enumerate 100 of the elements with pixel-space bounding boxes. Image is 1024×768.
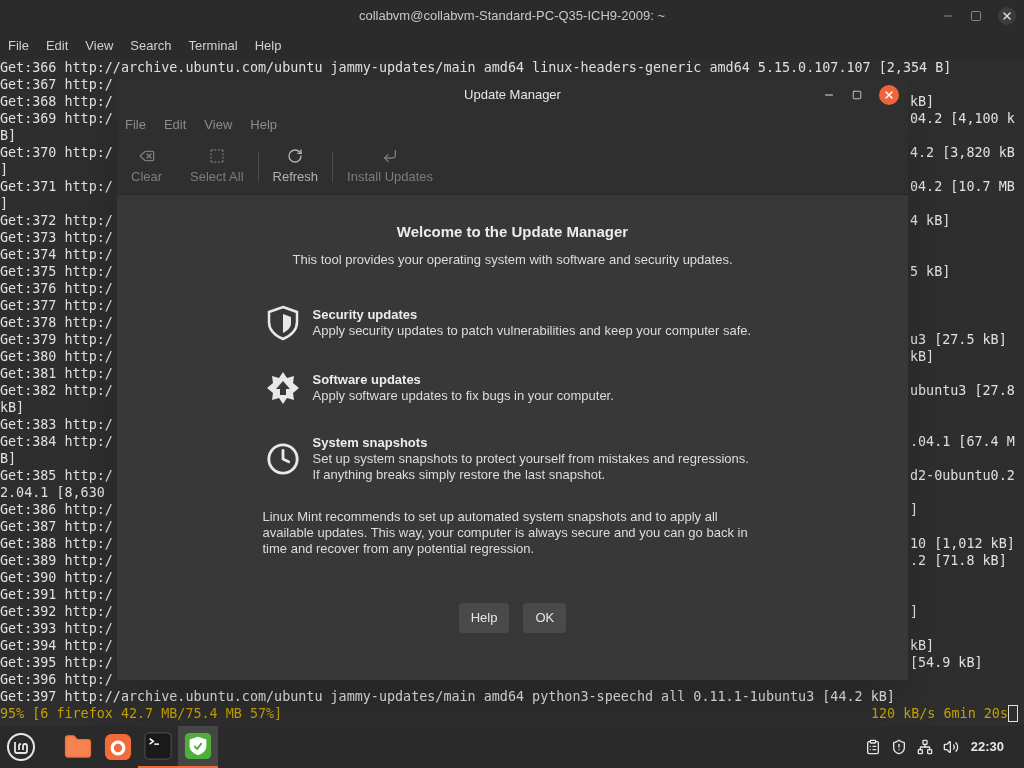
terminal-line: Get:390 http:/ (0, 570, 113, 585)
terminal-line: Get:391 http:/ (0, 587, 113, 602)
dashed-square-icon (208, 147, 225, 164)
terminal-line: ubuntu3 [27.8 (910, 382, 1015, 399)
terminal-line: Get:382 http:/ (0, 383, 113, 398)
terminal-line: Get:367 http:/ (0, 77, 113, 92)
close-button[interactable] (879, 85, 899, 105)
terminal-line: 2.04.1 [8,630 (0, 485, 105, 500)
menu-item[interactable]: Edit (163, 115, 187, 135)
clock[interactable]: 22:30 (970, 737, 1004, 757)
welcome-subtitle: This tool provides your operating system with software and security updates. (292, 250, 733, 269)
menu-item[interactable]: Terminal (188, 35, 238, 56)
menu-item[interactable]: Help (254, 35, 282, 56)
terminal-icon (144, 732, 172, 760)
feature-title: Software updates (312, 372, 422, 388)
terminal-line: d2-0ubuntu0.2 (910, 467, 1015, 484)
terminal-line: .04.1 [67.4 M (910, 433, 1015, 450)
volume-icon[interactable] (942, 739, 959, 755)
terminal-line: Get:396 http:/ (0, 672, 113, 687)
terminal-line: Get:392 http:/ (0, 604, 113, 619)
terminal-line: ] (0, 162, 9, 177)
terminal-line: ] (910, 501, 919, 518)
close-icon (1001, 10, 1013, 22)
close-icon (883, 89, 895, 101)
toolbar-button[interactable]: Refresh (258, 143, 333, 191)
terminal-line: Get:397 http://archive.ubuntu.com/ubuntu jammy-updates/main amd64 python3-speechd all 0.11.1-1ubuntu3 [44.2 kB] (0, 689, 895, 704)
browser-icon (104, 733, 132, 761)
terminal-line: Get:368 http:/ (0, 94, 113, 109)
terminal-line: Get:380 http:/ (0, 349, 113, 364)
network-icon[interactable] (916, 739, 933, 755)
terminal-line: Get:379 http:/ (0, 332, 113, 347)
terminal-line: ] (910, 603, 919, 620)
terminal-line: ] (0, 196, 9, 211)
close-button[interactable] (998, 7, 1016, 25)
terminal-line: Get:387 http:/ (0, 519, 113, 534)
progress-status: 95% [6 firefox 42.7 MB/75.4 MB 57%] (0, 705, 283, 722)
taskbar-app[interactable] (178, 726, 218, 768)
terminal-line: Get:381 http:/ (0, 366, 113, 381)
terminal-line: 5 kB] (910, 263, 951, 280)
menu-item[interactable]: Search (130, 35, 172, 56)
shield-check-icon (184, 732, 212, 760)
terminal-line: Get:377 http:/ (0, 298, 113, 313)
terminal-line: Get:375 http:/ (0, 264, 113, 279)
menu-item[interactable]: File (8, 35, 29, 56)
terminal-line: kB] (910, 637, 935, 654)
recommendation-text: Linux Mint recommends to set up automated system snapshots and to apply all available updates. This way, your computer is always secure and you can go back in time and recover from any potential regression. (262, 509, 749, 557)
window-title: collabvm@collabvm-Standard-PC-Q35-ICH9-2009: ~ (358, 7, 666, 26)
terminal-line: 04.2 [10.7 MB (910, 178, 1015, 195)
terminal-line: B] (0, 451, 17, 466)
feature-title: Security updates (312, 307, 419, 323)
starburst-arrow-icon (265, 371, 300, 405)
menu-item[interactable]: File (125, 115, 146, 135)
maximize-icon[interactable] (970, 10, 982, 22)
terminal-line: [54.9 kB] (910, 654, 983, 671)
terminal-line: Get:393 http:/ (0, 621, 113, 636)
feature-description: Apply security updates to patch vulnerabilities and keep your computer safe. (312, 323, 753, 339)
terminal-line: Get:394 http:/ (0, 638, 113, 653)
return-arrow-icon (382, 147, 399, 164)
dialog-button[interactable]: Help (458, 603, 510, 633)
terminal-line: .2 [71.8 kB] (910, 552, 1007, 569)
terminal-line: Get:395 http:/ (0, 655, 113, 670)
terminal-line: 4.2 [3,820 kB (910, 144, 1015, 161)
terminal-line: Get:385 http:/ (0, 468, 113, 483)
shield-icon (265, 305, 300, 341)
refresh-icon (287, 147, 304, 164)
terminal-line: 4 kB] (910, 212, 951, 229)
terminal-line: Get:372 http:/ (0, 213, 113, 228)
menu-item[interactable]: Help (250, 115, 278, 135)
mint-logo-icon (6, 732, 36, 762)
text-cursor (1008, 705, 1018, 722)
terminal-line: Get:389 http:/ (0, 553, 113, 568)
clipboard-icon[interactable] (864, 739, 881, 755)
terminal-line: Get:376 http:/ (0, 281, 113, 296)
download-speed: 120 kB/s 6min 20s (870, 705, 1008, 722)
terminal-line: kB] (910, 348, 935, 365)
welcome-heading: Welcome to the Update Manager (396, 222, 629, 242)
dialog-title: Update Manager (464, 86, 561, 105)
terminal-line: Get:370 http:/ (0, 145, 113, 160)
terminal-line: Get:374 http:/ (0, 247, 113, 262)
terminal-line: Get:369 http:/ (0, 111, 113, 126)
terminal-line: Get:371 http:/ (0, 179, 113, 194)
terminal-line: Get:384 http:/ (0, 434, 113, 449)
dialog-button[interactable]: OK (523, 603, 567, 633)
menu-item[interactable]: Edit (45, 35, 69, 56)
clock-icon (265, 442, 300, 476)
terminal-line: Get:388 http:/ (0, 536, 113, 551)
terminal-line: Get:373 http:/ (0, 230, 113, 245)
feature-title: System snapshots (312, 435, 429, 451)
shield-alert-icon[interactable] (890, 739, 907, 755)
terminal-line: kB] (0, 400, 25, 415)
terminal-line: 10 [1,012 kB] (910, 535, 1015, 552)
terminal-line: Get:386 http:/ (0, 502, 113, 517)
feature-description: Apply software updates to fix bugs in your computer. (312, 388, 615, 404)
terminal-line: Get:383 http:/ (0, 417, 113, 432)
terminal-line: B] (0, 128, 17, 143)
menu-item[interactable]: View (85, 35, 114, 56)
feature-description: Set up system snapshots to protect yourself from mistakes and regressions. If anything breaks simply restore the last snapshot. (312, 451, 750, 483)
menu-item[interactable]: View (204, 115, 233, 135)
terminal-line: kB] (910, 93, 935, 110)
terminal-line: u3 [27.5 kB] (910, 331, 1007, 348)
